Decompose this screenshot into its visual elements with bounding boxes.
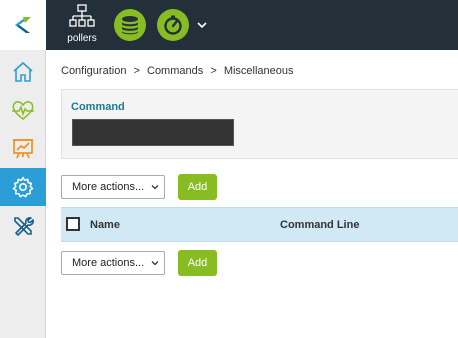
breadcrumb-separator: > <box>210 65 217 77</box>
gauge-icon <box>164 15 182 35</box>
pollers-label: pollers <box>67 33 97 44</box>
filter-panel: Command <box>61 89 458 159</box>
heartbeat-icon <box>12 101 34 120</box>
breadcrumb: Configuration > Commands > Miscellaneous <box>61 65 298 77</box>
centreon-logo[interactable] <box>0 0 46 50</box>
logo-icon <box>15 17 31 33</box>
home-icon <box>13 61 33 82</box>
chevron-down-icon <box>151 261 159 266</box>
more-actions-select[interactable]: More actions... <box>61 175 165 199</box>
more-actions-label: More actions... <box>72 181 145 193</box>
pollers-icon <box>69 4 95 27</box>
wrench-screwdriver-icon <box>14 217 34 236</box>
column-header-command-line[interactable]: Command Line <box>280 219 359 231</box>
more-actions-label: More actions... <box>72 257 145 269</box>
breadcrumb-miscellaneous[interactable]: Miscellaneous <box>224 65 294 77</box>
column-header-name[interactable]: Name <box>90 219 120 231</box>
sidebar-item-reporting[interactable] <box>0 129 46 167</box>
more-actions-select[interactable]: More actions... <box>61 251 165 275</box>
sidebar-item-home[interactable] <box>0 53 46 91</box>
top-bar: pollers <box>46 0 458 50</box>
breadcrumb-configuration[interactable]: Configuration <box>61 65 126 77</box>
sidebar-item-monitoring[interactable] <box>0 91 46 129</box>
add-button[interactable]: Add <box>178 174 217 200</box>
pollers-button[interactable]: pollers <box>60 4 104 46</box>
sidebar-item-configuration[interactable] <box>0 168 46 206</box>
table-header: Name Command Line <box>61 207 458 242</box>
select-all-checkbox[interactable] <box>66 217 80 231</box>
chevron-down-icon <box>151 185 159 190</box>
database-icon <box>122 16 138 35</box>
command-search-input[interactable] <box>72 119 234 146</box>
left-sidebar <box>0 0 46 338</box>
command-filter-label: Command <box>71 101 125 113</box>
presentation-chart-icon <box>13 139 33 159</box>
database-button[interactable] <box>114 9 146 41</box>
sidebar-item-administration[interactable] <box>0 207 46 245</box>
monitoring-engine-button[interactable] <box>157 9 189 41</box>
breadcrumb-commands[interactable]: Commands <box>147 65 203 77</box>
add-button[interactable]: Add <box>178 250 217 276</box>
chevron-down-icon[interactable] <box>195 18 209 32</box>
breadcrumb-separator: > <box>133 65 140 77</box>
gear-icon <box>12 176 34 198</box>
